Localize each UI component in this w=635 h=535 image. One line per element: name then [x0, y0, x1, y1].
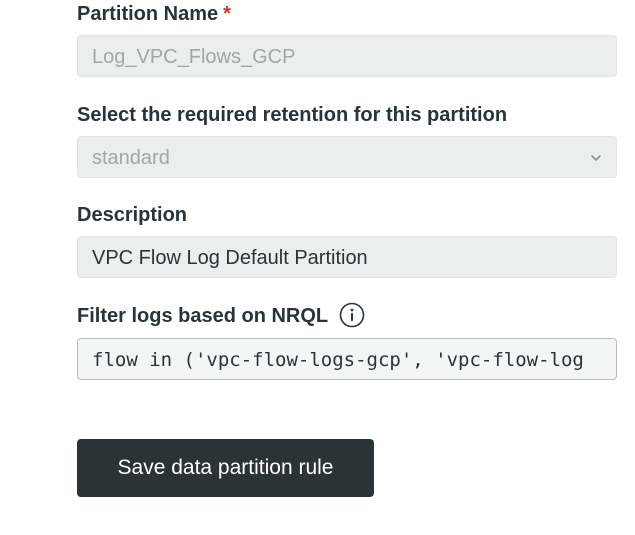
nrql-filter-input[interactable]: flow in ('vpc-flow-logs-gcp', 'vpc-flow-…	[77, 338, 617, 380]
partition-name-label-text: Partition Name	[77, 3, 219, 25]
filter-label-text: Filter logs based on NRQL	[77, 305, 328, 327]
required-marker: *	[223, 3, 231, 25]
description-label: Description	[77, 204, 188, 226]
description-input[interactable]: VPC Flow Log Default Partition	[77, 236, 617, 278]
partition-name-input[interactable]: Log_VPC_Flows_GCP	[77, 35, 617, 77]
retention-label: Select the required retention for this p…	[77, 104, 508, 126]
filter-label: Filter logs based on NRQL	[77, 302, 365, 330]
partition-name-label: Partition Name *	[77, 0, 231, 28]
retention-selected-value: standard	[92, 147, 170, 169]
retention-select[interactable]: standard	[77, 136, 617, 178]
save-partition-rule-button[interactable]: Save data partition rule	[77, 439, 374, 497]
info-icon[interactable]	[339, 302, 365, 328]
chevron-down-icon	[591, 155, 601, 161]
